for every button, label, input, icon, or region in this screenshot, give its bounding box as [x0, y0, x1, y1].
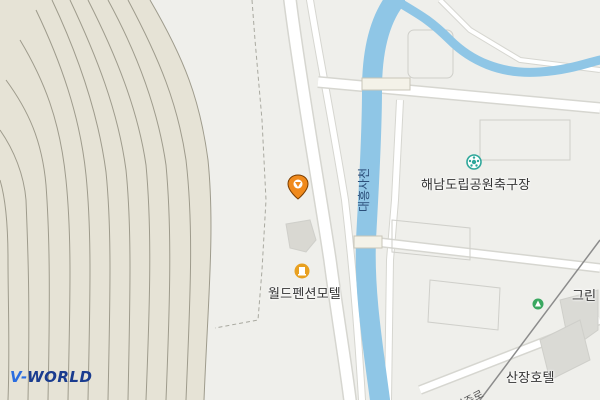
poi-label-green-partial: 그린 [572, 289, 597, 304]
river-label: 대흥사천 [357, 167, 371, 212]
poi-label-soccer-field: 해남도립공원축구장 [421, 178, 531, 193]
poi-label-sanjang-hotel: 산장호텔 [506, 371, 555, 386]
poi-label-world-motel: 월드펜션모텔 [268, 287, 341, 302]
bus-stop-icon[interactable] [532, 295, 544, 314]
logo-prefix: V- [10, 368, 28, 386]
vworld-logo: V-WORLD [10, 368, 92, 386]
location-pin-icon[interactable] [287, 174, 309, 204]
lodging-icon[interactable] [294, 263, 310, 283]
park-boundary [214, 0, 267, 329]
map-view[interactable]: 월드펜션모텔 해남도립공원축구장 대흥사천 그린 산장호텔 일주로 V-WORL… [0, 0, 600, 400]
logo-text: WORLD [27, 368, 93, 386]
soccer-ball-icon[interactable] [466, 154, 482, 174]
